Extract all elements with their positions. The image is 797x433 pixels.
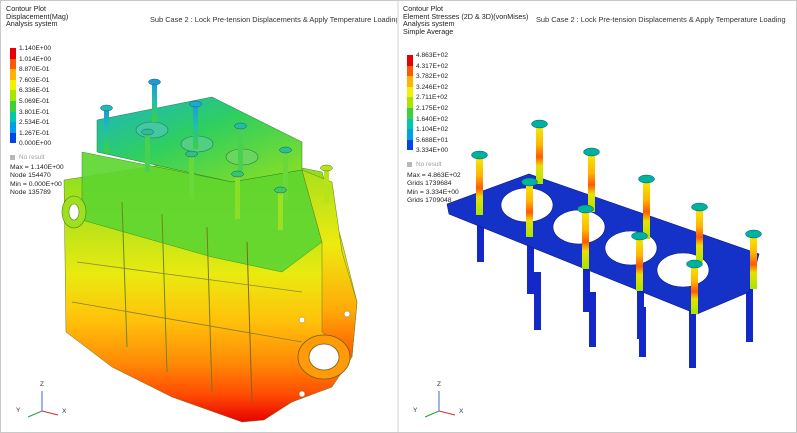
axis-triad: Z Y X — [409, 381, 469, 421]
engine-block-model[interactable] — [2, 2, 397, 431]
gasket-bolt-model[interactable] — [399, 2, 795, 431]
axis-triad: Z Y X — [12, 381, 72, 421]
results-window: Contour Plot Displacement(Mag) Analysis … — [0, 0, 797, 433]
left-viewport[interactable]: Contour Plot Displacement(Mag) Analysis … — [2, 2, 397, 431]
triad-y-label: Y — [413, 407, 418, 414]
gasket-plate — [446, 173, 760, 315]
triad-x-label: X — [459, 408, 464, 415]
right-viewport[interactable]: Contour Plot Element Stresses (2D & 3D)(… — [399, 2, 795, 431]
triad-x-label: X — [62, 408, 67, 415]
triad-z-label: Z — [40, 381, 44, 388]
triad-z-label: Z — [437, 381, 441, 388]
triad-y-label: Y — [16, 407, 21, 414]
